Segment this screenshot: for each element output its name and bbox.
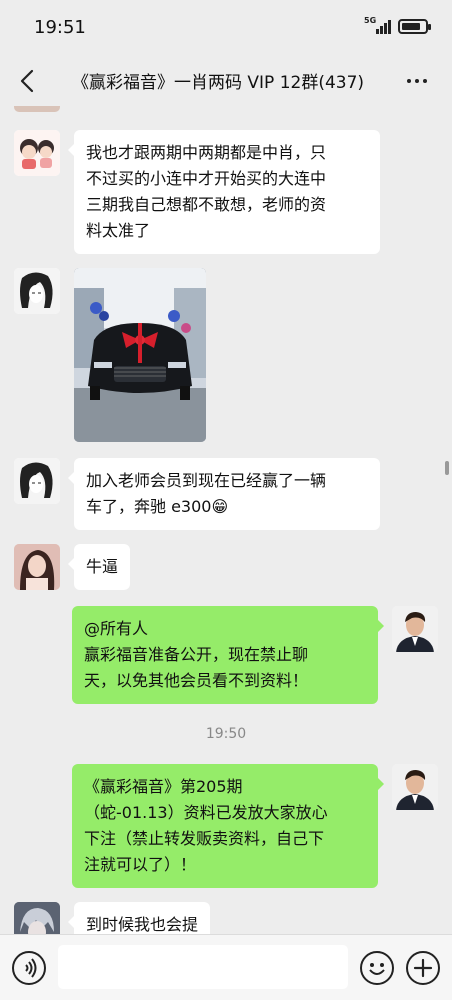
sketch-girl-avatar[interactable] [14, 458, 60, 504]
girl-photo-avatar[interactable] [14, 544, 60, 590]
message-text: 不过买的小连中才开始买的大连中 [86, 169, 327, 188]
message-text: 加入老师会员到现在已经赢了一辆 [86, 471, 327, 490]
chat-title: 《赢彩福音》一肖两码 VIP 12群(437) [72, 73, 365, 93]
message-list[interactable]: 我也才跟两期中两期都是中肖，只 不过买的小连中才开始买的大连中 三期我自己想都不… [0, 106, 452, 934]
man-in-suit-avatar[interactable] [392, 764, 438, 810]
man-in-suit-avatar[interactable] [392, 606, 438, 652]
message-input[interactable] [58, 945, 348, 989]
signal-icon: 5G [364, 16, 392, 35]
message-text: 注就可以了）！ [84, 855, 197, 874]
message-bubble[interactable]: 《赢彩福音》第205期 （蛇-01.13）资料已发放大家放心 下注（禁止转发贩卖… [72, 764, 384, 888]
message-bubble[interactable]: 加入老师会员到现在已经赢了一辆 车了，奔驰 e300😁 [68, 458, 380, 530]
message-text: 我也才跟两期中两期都是中肖，只 [86, 143, 327, 162]
message-text: 牛逼 [86, 557, 119, 576]
battery-icon [398, 18, 431, 34]
message-text: （蛇-01.13）资料已发放大家放心 [84, 803, 328, 822]
message-text: 下注（禁止转发贩卖资料，自己下 [84, 829, 325, 848]
message-text: 到时候我也会提 [86, 915, 199, 934]
message-text: @所有人 [84, 619, 149, 638]
voice-icon[interactable] [12, 951, 46, 985]
status-time: 19:51 [34, 17, 86, 38]
anime-boy-avatar[interactable] [14, 902, 60, 934]
emoji-icon[interactable] [360, 951, 394, 985]
scrollbar[interactable] [445, 461, 449, 475]
plus-icon[interactable] [406, 951, 440, 985]
more-icon[interactable] [404, 68, 430, 100]
status-bar: 19:51 5G [0, 0, 452, 56]
message-text: 赢彩福音准备公开，现在禁止聊 [84, 645, 309, 664]
message-text: 料太准了 [86, 221, 151, 240]
message-bubble[interactable]: 到时候我也会提 [67, 902, 211, 934]
input-bar [0, 934, 452, 1000]
cartoon-girl-avatar[interactable] [14, 130, 60, 176]
message-text: 《赢彩福音》第205期 [84, 777, 243, 796]
avatar[interactable] [14, 106, 60, 112]
message-text: 天，以免其他会员看不到资料！ [84, 671, 309, 690]
chevron-left-icon[interactable] [14, 66, 42, 96]
battery-fill [402, 22, 420, 30]
message-text: 车了，奔驰 e300😁 [86, 497, 229, 516]
message-bubble[interactable]: @所有人 赢彩福音准备公开，现在禁止聊 天，以免其他会员看不到资料！ [72, 606, 384, 704]
message-timestamp: 19:50 [205, 726, 247, 742]
network-label: 5G [364, 16, 377, 25]
message-bubble[interactable]: 牛逼 [67, 544, 131, 590]
message-text: 三期我自己想都不敢想，老师的资 [86, 195, 327, 214]
message-bubble[interactable]: 我也才跟两期中两期都是中肖，只 不过买的小连中才开始买的大连中 三期我自己想都不… [68, 130, 380, 254]
black-mercedes-car-photo[interactable] [74, 268, 206, 442]
sketch-girl-avatar[interactable] [14, 268, 60, 314]
status-icons: 5G [364, 16, 431, 35]
chat-header: 《赢彩福音》一肖两码 VIP 12群(437) [0, 56, 452, 106]
